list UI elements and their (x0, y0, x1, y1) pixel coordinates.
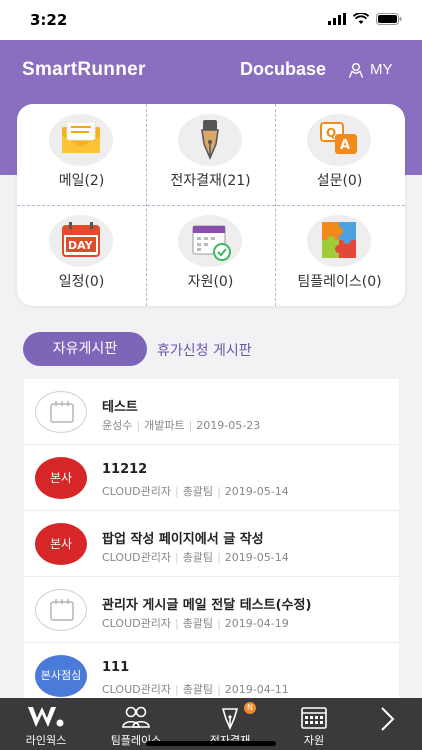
pen-icon (221, 708, 239, 730)
menu-grid: 메일(2) 전자결재(21) Q A 설문(0) DAY 일정(0) 자원(0)… (17, 104, 405, 306)
day-calendar-icon: DAY (49, 215, 113, 267)
post-dept: 총괄팀 (182, 485, 214, 498)
list-item[interactable]: 본사 11212 CLOUD관리자 | 총괄팀 | 2019-05-14 (24, 445, 399, 511)
post-dept: 개발파트 (144, 419, 185, 432)
post-meta: CLOUD관리자 | 총괄팀 | 2019-05-14 (102, 551, 289, 564)
puzzle-icon (307, 215, 371, 267)
svg-text:Q: Q (326, 126, 336, 140)
post-date: 2019-04-11 (224, 683, 289, 696)
status-system-icons (328, 13, 402, 25)
post-author: CLOUD관리자 (102, 683, 171, 696)
post-list: 테스트 윤성수 | 개발파트 | 2019-05-23 본사 11212 CLOUD관리… (24, 379, 399, 699)
menu-label: 메일(2) (58, 173, 105, 189)
signal-icon (328, 13, 346, 25)
menu-label: 설문(0) (316, 173, 363, 189)
board-tabs: 자유게시판 휴가신청 게시판 (0, 330, 422, 370)
svg-text:DAY: DAY (68, 239, 94, 252)
post-author: CLOUD관리자 (102, 617, 171, 630)
nav-lineworks[interactable]: 라인웍스 (6, 698, 86, 750)
qa-survey-icon: Q A (307, 114, 371, 166)
docubase-link[interactable]: Docubase (240, 59, 326, 80)
post-avatar (35, 589, 87, 631)
menu-label: 일정(0) (58, 274, 105, 290)
document-icon (50, 599, 74, 621)
post-avatar: 본사점심 (35, 655, 87, 697)
post-meta: CLOUD관리자 | 총괄팀 | 2019-04-19 (102, 617, 289, 630)
people-icon (122, 706, 150, 728)
menu-label: 전자결재(21) (170, 173, 251, 189)
wifi-icon (353, 13, 369, 24)
nav-more[interactable] (352, 698, 422, 750)
tab-free-board[interactable]: 자유게시판 (23, 332, 147, 366)
battery-icon (376, 13, 402, 25)
calendar-grid-icon (301, 707, 327, 729)
post-author: 윤성수 (102, 419, 133, 432)
user-icon (348, 62, 364, 78)
resource-calendar-check-icon (178, 215, 242, 267)
post-date: 2019-05-14 (224, 485, 289, 498)
chevron-right-icon (381, 707, 395, 731)
my-label: MY (370, 61, 393, 78)
post-date: 2019-04-19 (224, 617, 289, 630)
menu-label: 자원(0) (187, 274, 234, 290)
menu-mail[interactable]: 메일(2) (17, 104, 146, 205)
new-badge: N (244, 702, 256, 714)
menu-approval[interactable]: 전자결재(21) (146, 104, 275, 205)
post-title: 11212 (102, 462, 148, 477)
post-avatar (35, 391, 87, 433)
home-indicator (146, 741, 276, 746)
post-avatar: 본사 (35, 523, 87, 565)
list-item[interactable]: 본사 팝업 작성 페이지에서 글 작성 CLOUD관리자 | 총괄팀 | 2019-05… (24, 511, 399, 577)
post-dept: 총괄팀 (182, 617, 214, 630)
status-time: 3:22 (30, 11, 68, 29)
menu-teamplace[interactable]: 팀플레이스(0) (275, 205, 404, 306)
tab-vacation-board[interactable]: 휴가신청 게시판 (157, 340, 252, 360)
post-title: 관리자 게시글 메일 전달 테스트(수정) (102, 598, 312, 613)
menu-resource[interactable]: 자원(0) (146, 205, 275, 306)
fountain-pen-icon (178, 114, 242, 166)
nav-label: 자원 (303, 734, 325, 747)
post-meta: 윤성수 | 개발파트 | 2019-05-23 (102, 419, 261, 432)
document-icon (50, 401, 74, 423)
post-avatar: 본사 (35, 457, 87, 499)
post-title: 팝업 작성 페이지에서 글 작성 (102, 532, 264, 547)
list-item[interactable]: 테스트 윤성수 | 개발파트 | 2019-05-23 (24, 379, 399, 445)
post-date: 2019-05-14 (224, 551, 289, 564)
menu-label: 팀플레이스(0) (297, 274, 382, 290)
post-author: CLOUD관리자 (102, 551, 171, 564)
post-dept: 총괄팀 (182, 683, 214, 696)
post-meta: CLOUD관리자 | 총괄팀 | 2019-05-14 (102, 485, 289, 498)
menu-schedule[interactable]: DAY 일정(0) (17, 205, 146, 306)
my-button[interactable]: MY (348, 61, 393, 78)
nav-label: 라인웍스 (25, 734, 67, 747)
list-item[interactable]: 관리자 게시글 메일 전달 테스트(수정) CLOUD관리자 | 총괄팀 | 2019-… (24, 577, 399, 643)
nav-resource[interactable]: 자원 (274, 698, 354, 750)
post-dept: 총괄팀 (182, 551, 214, 564)
post-title: 111 (102, 660, 130, 675)
status-bar: 3:22 (0, 0, 422, 40)
w-logo-icon (28, 707, 64, 727)
post-title: 테스트 (102, 400, 138, 415)
post-date: 2019-05-23 (196, 419, 261, 432)
post-author: CLOUD관리자 (102, 485, 171, 498)
app-brand: SmartRunner (22, 59, 146, 80)
post-meta: CLOUD관리자 | 총괄팀 | 2019-04-11 (102, 683, 289, 696)
svg-text:A: A (340, 138, 350, 153)
mail-icon (49, 114, 113, 166)
menu-survey[interactable]: Q A 설문(0) (275, 104, 404, 205)
list-item[interactable]: 본사점심 111 CLOUD관리자 | 총괄팀 | 2019-04-11 (24, 643, 399, 699)
